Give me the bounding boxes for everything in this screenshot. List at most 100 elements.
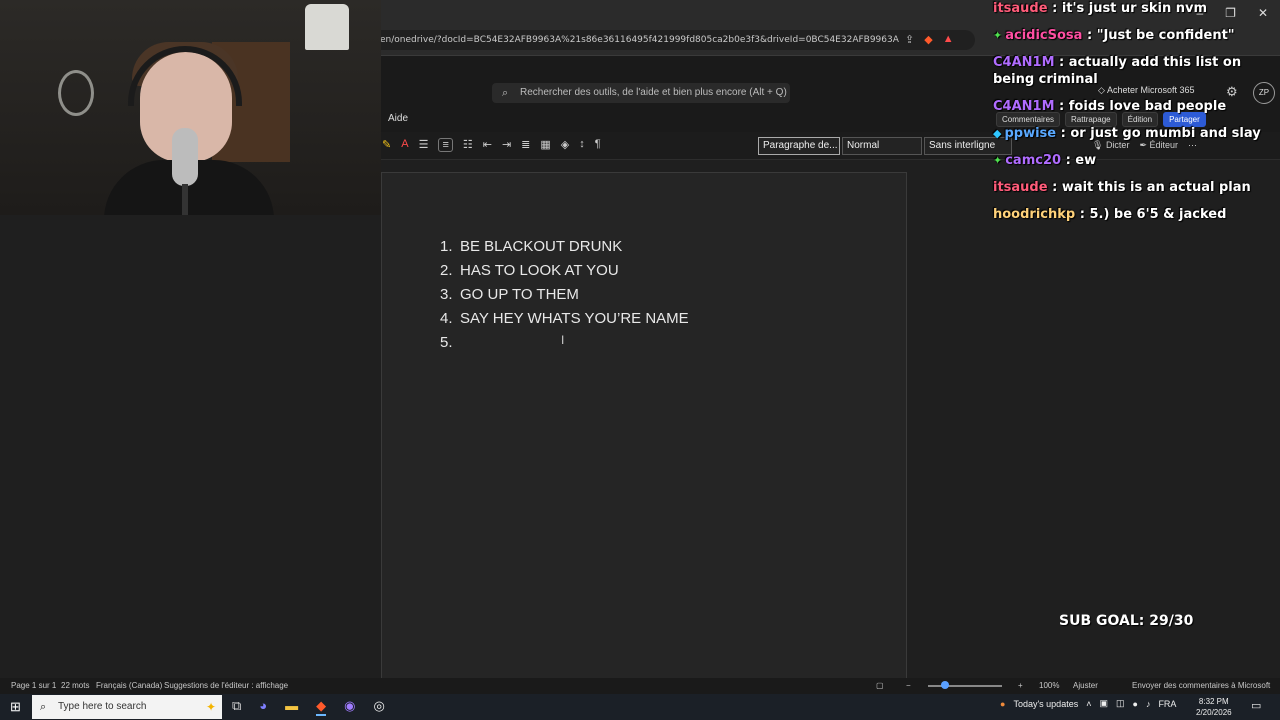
chat-message: C4AN1M : actually add this list on being… xyxy=(993,54,1273,88)
chat-username: itsaude xyxy=(993,180,1048,195)
font-color-icon[interactable]: A xyxy=(401,138,408,152)
list-text: HAS TO LOOK AT YOU xyxy=(460,262,619,279)
tray-chevron-icon[interactable]: ˄ xyxy=(1086,699,1091,709)
zoom-in-icon[interactable]: + xyxy=(1018,681,1023,690)
chat-text: : it's just ur skin nvm xyxy=(1052,1,1208,16)
shading-icon[interactable]: ◈ xyxy=(561,138,569,152)
decrease-indent-icon[interactable]: ⇤ xyxy=(483,138,492,152)
chat-username: C4AN1M xyxy=(993,99,1055,114)
list-number: 2. xyxy=(440,262,453,279)
chat-text: : 5.) be 6'5 & jacked xyxy=(1079,207,1227,222)
chat-message: C4AN1M : foids love bad people xyxy=(993,98,1273,115)
borders-icon[interactable]: ▦ xyxy=(540,138,550,152)
editor-suggestions[interactable]: Suggestions de l'éditeur : affichage xyxy=(164,681,288,690)
brave-rewards-icon[interactable]: ▲ xyxy=(943,33,954,46)
highlight-icon[interactable]: ✎ xyxy=(382,138,391,152)
line-spacing-icon[interactable]: ↕ xyxy=(579,138,585,152)
list-icon[interactable]: ☷ xyxy=(463,138,473,152)
chat-message: ◆ ppwise : or just go mumbi and slay xyxy=(993,125,1273,142)
list-item[interactable]: 3. GO UP TO THEM xyxy=(440,283,689,307)
chat-text: : ew xyxy=(1065,153,1097,168)
list-number: 4. xyxy=(440,310,453,327)
chat-text: : "Just be confident" xyxy=(1086,28,1235,43)
zoom-slider[interactable] xyxy=(928,685,1002,687)
notification-icon[interactable]: ▭ xyxy=(1251,699,1261,712)
align-icon[interactable]: ≣ xyxy=(521,138,530,152)
clock[interactable]: 8:32 PM 2/20/2026 xyxy=(1196,696,1232,718)
task-view-icon[interactable]: ⧉ xyxy=(232,698,241,716)
word-search-placeholder: Rechercher des outils, de l'aide et bien… xyxy=(520,87,787,98)
chat-username: itsaude xyxy=(993,1,1048,16)
chat-message: itsaude : wait this is an actual plan xyxy=(993,179,1273,196)
chat-username: acidicSosa xyxy=(1005,28,1083,43)
system-tray: ● Today's updates ˄ ▣ ◫ ● ♪ FRA xyxy=(1000,698,1176,709)
document-page[interactable]: 1. BE BLACKOUT DRUNK 2. HAS TO LOOK AT YOU… xyxy=(381,172,907,692)
webcam-mic-arm xyxy=(182,184,188,215)
sub-badge-icon: ✦ xyxy=(993,154,1003,167)
list-number: 5. xyxy=(440,334,453,351)
fit-button[interactable]: Ajuster xyxy=(1073,681,1098,690)
zoom-slider-handle[interactable] xyxy=(941,681,949,689)
style-normal[interactable]: Normal xyxy=(842,137,922,155)
share-icon[interactable]: ⇪ xyxy=(905,33,914,46)
list-item[interactable]: 2. HAS TO LOOK AT YOU xyxy=(440,259,689,283)
language-status[interactable]: Français (Canada) xyxy=(96,681,162,690)
menu-aide[interactable]: Aide xyxy=(388,113,408,124)
webcam-protein-jar xyxy=(305,4,349,50)
chat-message: hoodrichkp : 5.) be 6'5 & jacked xyxy=(993,206,1273,223)
address-bar[interactable]: en/onedrive/?docId=BC54E32AFB9963A%21s86… xyxy=(370,30,975,50)
style-paragraph[interactable]: Paragraphe de... xyxy=(758,137,840,155)
chat-username: camc20 xyxy=(1005,153,1062,168)
screen: en/onedrive/?docId=BC54E32AFB9963A%21s86… xyxy=(0,0,1280,720)
list-number: 3. xyxy=(440,286,453,303)
word-search-input[interactable]: ⌕ Rechercher des outils, de l'aide et bi… xyxy=(492,83,790,103)
status-bar: Page 1 sur 1 22 mots Français (Canada) S… xyxy=(0,678,1280,694)
brave-browser-icon[interactable]: ◆ xyxy=(316,698,327,716)
numbered-list-icon[interactable]: ≡ xyxy=(438,138,453,152)
chat-username: C4AN1M xyxy=(993,55,1055,70)
taskbar-search-input[interactable]: ⌕ Type here to search ✦ xyxy=(32,695,222,719)
list-number: 1. xyxy=(440,238,453,255)
chat-username: hoodrichkp xyxy=(993,207,1076,222)
taskbar-search-placeholder: Type here to search xyxy=(58,701,147,712)
text-cursor-icon: I xyxy=(561,333,565,347)
weather-news-icon[interactable]: ● xyxy=(1000,699,1005,709)
chat-username: ppwise xyxy=(1004,126,1057,141)
file-explorer-icon[interactable]: ▬ xyxy=(285,698,298,716)
chat-message: ✦ acidicSosa : "Just be confident" xyxy=(993,27,1273,44)
word-count[interactable]: 22 mots xyxy=(61,681,89,690)
zoom-level[interactable]: 100% xyxy=(1039,681,1059,690)
sub-badge-icon: ✦ xyxy=(993,29,1003,42)
chat-text: : or just go mumbi and slay xyxy=(1060,126,1261,141)
bullet-list-icon[interactable]: ☰ xyxy=(419,138,429,152)
tray-app-icon[interactable]: ▣ xyxy=(1099,698,1108,709)
sub-goal: SUB GOAL: 29/30 xyxy=(1059,613,1194,629)
search-icon: ⌕ xyxy=(40,701,47,713)
windows-start-icon[interactable]: ⊞ xyxy=(10,699,21,715)
increase-indent-icon[interactable]: ⇥ xyxy=(502,138,511,152)
paragraph-marks-icon[interactable]: ¶ xyxy=(595,138,601,152)
news-widget[interactable]: Today's updates xyxy=(1013,699,1078,709)
list-item[interactable]: 4. SAY HEY WHATS YOU’RE NAME xyxy=(440,307,689,331)
document-area: 1. BE BLACKOUT DRUNK 2. HAS TO LOOK AT YOU… xyxy=(362,160,1280,692)
taskbar: ⊞ ⌕ Type here to search ✦ ⧉ ◕ ▬ ◆ ◉ ◎ ● … xyxy=(0,694,1280,720)
taskbar-apps: ⧉ ◕ ▬ ◆ ◉ ◎ xyxy=(232,698,385,716)
chat-text: : foids love bad people xyxy=(1059,99,1227,114)
speaker-icon[interactable]: ♪ xyxy=(1146,699,1151,709)
view-mode-icon[interactable]: ▢ xyxy=(876,681,884,690)
chat-text: : wait this is an actual plan xyxy=(1052,180,1251,195)
brave-shield-icon[interactable]: ◆ xyxy=(924,33,932,46)
discord-icon[interactable]: ◉ xyxy=(344,698,355,716)
language-indicator[interactable]: FRA xyxy=(1158,699,1176,709)
microphone-icon[interactable]: ● xyxy=(1133,699,1138,709)
obs-icon[interactable]: ◎ xyxy=(374,698,385,716)
feedback-link[interactable]: Envoyer des commentaires à Microsoft xyxy=(1132,681,1270,690)
clock-date: 2/20/2026 xyxy=(1196,708,1232,717)
clock-time: 8:32 PM xyxy=(1198,697,1229,706)
list-item[interactable]: 1. BE BLACKOUT DRUNK xyxy=(440,235,689,259)
zoom-out-icon[interactable]: − xyxy=(906,681,911,690)
page-count: Page 1 sur 1 xyxy=(11,681,57,690)
network-icon[interactable]: ◫ xyxy=(1116,698,1125,709)
stream-chat: itsaude : it's just ur skin nvm ✦ acidicSo… xyxy=(993,0,1273,233)
copilot-icon[interactable]: ◕ xyxy=(259,698,267,716)
